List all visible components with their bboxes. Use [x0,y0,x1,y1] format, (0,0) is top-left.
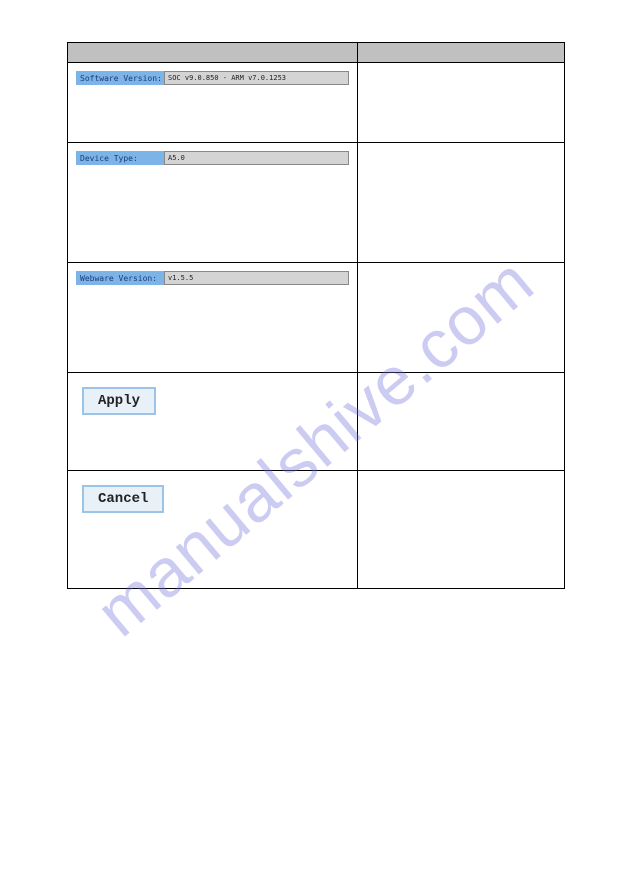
table-row: Software Version: SOC v9.0.850 - ARM v7.… [68,63,565,143]
table-header-row [68,43,565,63]
table-row: Device Type: A5.0 [68,143,565,263]
webware-version-label: Webware Version: [76,271,164,285]
device-type-field: Device Type: A5.0 [76,151,349,165]
header-cell-right [357,43,564,63]
description-cell [357,143,564,263]
software-version-value: SOC v9.0.850 - ARM v7.0.1253 [164,71,349,85]
description-cell [357,373,564,471]
software-version-label: Software Version: [76,71,164,85]
cancel-button[interactable]: Cancel [82,485,164,513]
webware-version-field: Webware Version: v1.5.5 [76,271,349,285]
description-cell [357,471,564,589]
description-cell [357,63,564,143]
webware-version-value: v1.5.5 [164,271,349,285]
table-row: Cancel [68,471,565,589]
info-table: Software Version: SOC v9.0.850 - ARM v7.… [67,42,565,589]
description-cell [357,263,564,373]
apply-button[interactable]: Apply [82,387,156,415]
software-version-field: Software Version: SOC v9.0.850 - ARM v7.… [76,71,349,85]
header-cell-left [68,43,358,63]
table-row: Apply [68,373,565,471]
table-row: Webware Version: v1.5.5 [68,263,565,373]
device-type-value: A5.0 [164,151,349,165]
device-type-label: Device Type: [76,151,164,165]
